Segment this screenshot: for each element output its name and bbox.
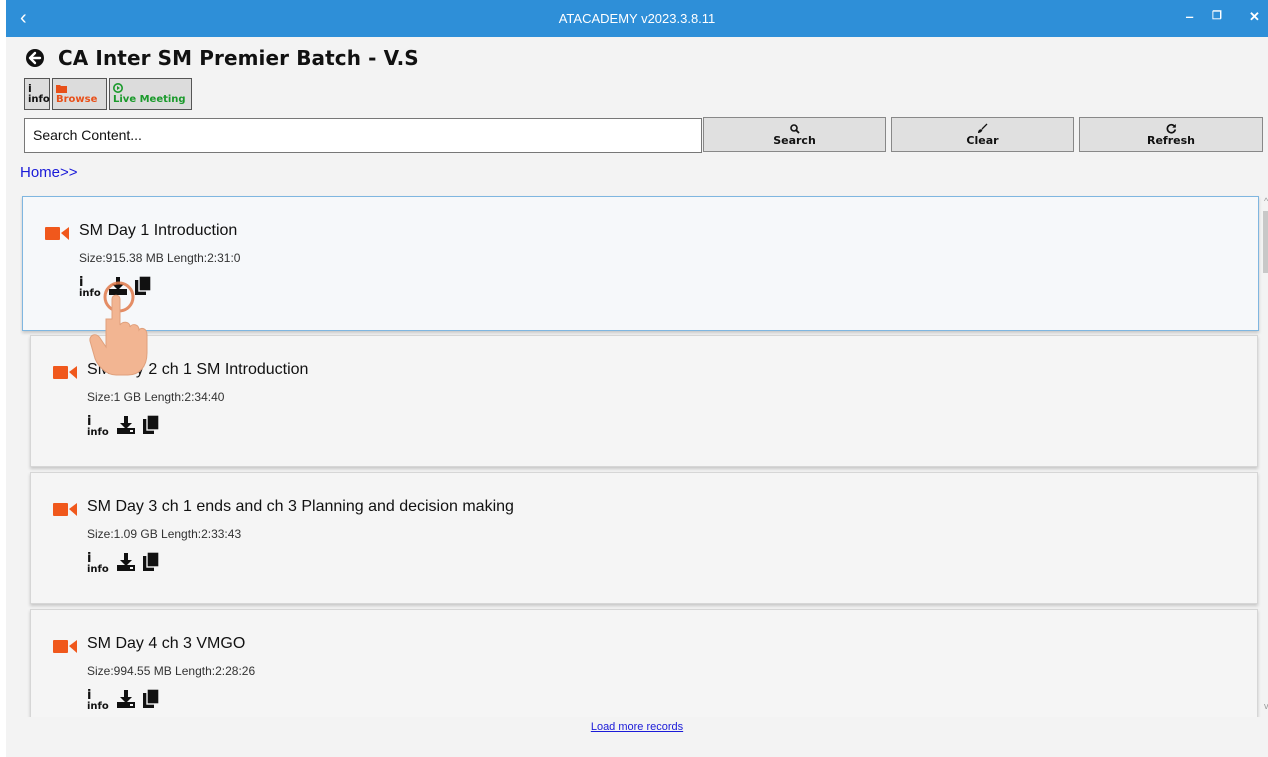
info-label: info [87,427,109,438]
search-input[interactable]: Search Content... [24,118,702,153]
scroll-up-icon[interactable]: ^ [1264,196,1268,206]
download-icon[interactable] [117,553,135,576]
list-item[interactable]: SM Day 3 ch 1 ends and ch 3 Planning and… [30,472,1258,604]
toolbar: i info Browse Live Meeting [24,78,192,110]
download-icon[interactable] [117,416,135,439]
brush-icon [977,123,988,135]
item-meta: Size:915.38 MB Length:2:31:0 [79,251,241,265]
copy-icon[interactable] [143,551,160,576]
live-meeting-button-label: Live Meeting [113,93,186,105]
clear-button[interactable]: Clear [891,117,1074,152]
info-label: info [87,564,109,575]
pointing-hand-icon [86,279,156,384]
search-button[interactable]: Search [703,117,886,152]
refresh-button[interactable]: Refresh [1079,117,1263,152]
item-title[interactable]: SM Day 4 ch 3 VMGO [87,635,245,653]
back-arrow-icon[interactable] [26,49,44,67]
info-icon: i [28,81,32,95]
video-camera-icon [53,501,77,522]
scrollbar-thumb[interactable] [1263,211,1268,273]
load-more-link[interactable]: Load more records [6,721,1268,733]
item-meta: Size:1.09 GB Length:2:33:43 [87,527,242,541]
vertical-scrollbar[interactable]: ^ v [1262,193,1268,717]
item-actions: i info [87,550,160,576]
list-item[interactable]: SM Day 4 ch 3 VMGO Size:994.55 MB Length… [30,609,1258,717]
clear-button-label: Clear [966,133,999,147]
scroll-down-icon[interactable]: v [1264,701,1268,711]
item-info-button[interactable]: i info [87,415,109,439]
list-item[interactable]: SM Day 2 ch 1 SM Introduction Size:1 GB … [30,335,1258,467]
video-camera-icon [45,225,69,246]
copy-icon[interactable] [143,414,160,439]
refresh-button-label: Refresh [1147,133,1195,147]
item-title[interactable]: SM Day 1 Introduction [79,222,237,240]
browse-button-label: Browse [56,93,98,105]
content-list: SM Day 1 Introduction Size:915.38 MB Len… [20,193,1262,717]
live-meeting-button[interactable]: Live Meeting [109,78,192,110]
breadcrumb[interactable]: Home>> [20,164,78,181]
video-camera-icon [53,638,77,659]
search-button-label: Search [773,133,816,147]
info-button-label: info [28,93,50,105]
app-window: ‹ ATACADEMY v2023.3.8.11 ‒ ❐ ✕ CA Inter … [6,0,1268,757]
refresh-icon [1166,123,1177,135]
video-camera-icon [53,364,77,385]
search-icon [789,123,800,135]
minimize-button[interactable]: ‒ [1186,9,1193,24]
page-header: CA Inter SM Premier Batch - V.S [26,45,419,71]
download-icon[interactable] [117,690,135,713]
close-button[interactable]: ✕ [1249,9,1260,25]
item-title[interactable]: SM Day 3 ch 1 ends and ch 3 Planning and… [87,498,514,516]
browse-button[interactable]: Browse [52,78,107,110]
window-title: ATACADEMY v2023.3.8.11 [558,11,716,26]
item-meta: Size:994.55 MB Length:2:28:26 [87,664,256,678]
list-item[interactable]: SM Day 1 Introduction Size:915.38 MB Len… [22,196,1259,331]
copy-icon[interactable] [143,688,160,713]
title-bar: ‹ ATACADEMY v2023.3.8.11 ‒ ❐ ✕ [6,0,1268,37]
page-title: CA Inter SM Premier Batch - V.S [58,46,419,70]
info-button[interactable]: i info [24,78,50,110]
item-actions: i info [87,413,160,439]
info-label: info [87,701,109,712]
item-info-button[interactable]: i info [87,552,109,576]
item-info-button[interactable]: i info [87,689,109,713]
play-circle-icon [113,83,188,94]
item-meta: Size:1 GB Length:2:34:40 [87,390,225,404]
maximize-button[interactable]: ❐ [1212,9,1222,22]
folder-icon [56,83,103,94]
item-actions: i info [87,687,160,713]
